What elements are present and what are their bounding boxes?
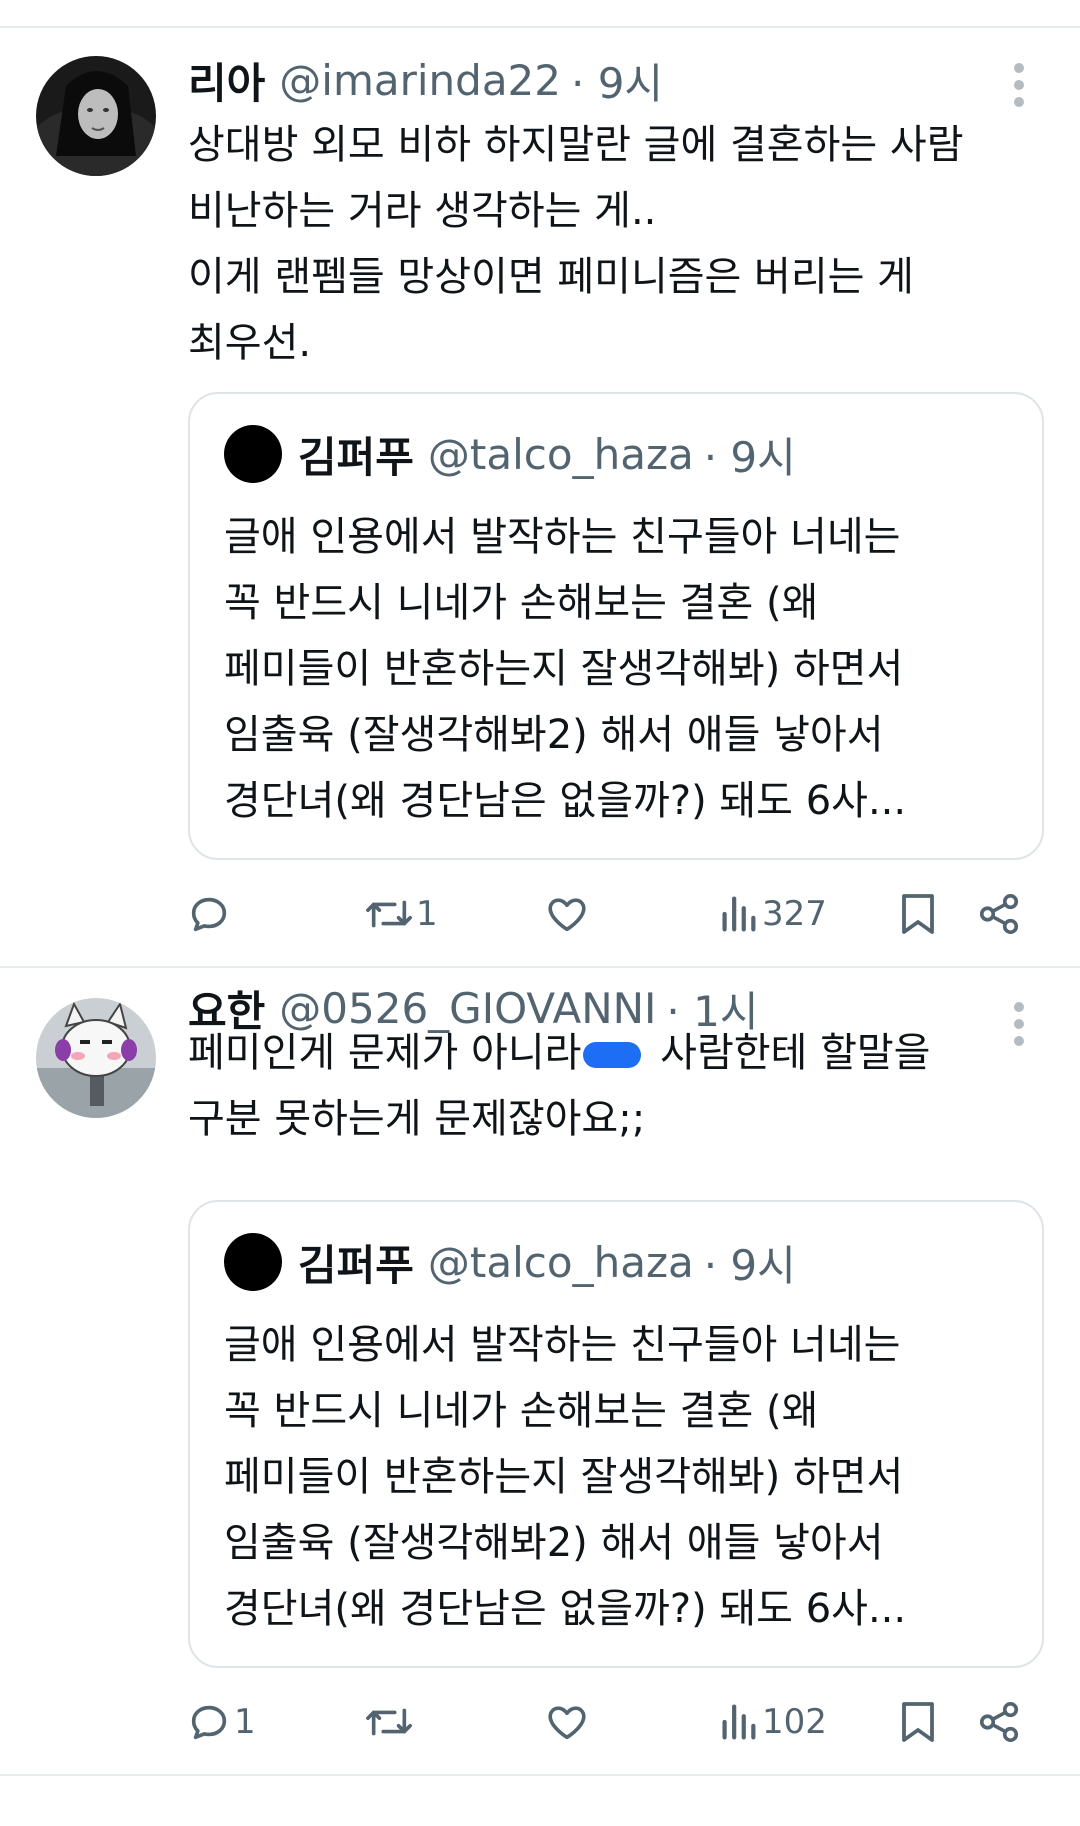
tweet-text-line: 구분 못하는게 문제잖아요;; — [188, 1096, 646, 1142]
bottom-divider — [0, 1774, 1080, 1776]
quoted-display-name: 김퍼푸 — [298, 1240, 414, 1290]
quoted-tweet-header: 김퍼푸 @talco_haza · 9시 — [224, 1230, 796, 1294]
reply-button[interactable] — [186, 884, 236, 944]
repost-button[interactable]: 1 — [364, 884, 438, 944]
quoted-tweet-text: 글애 인용에서 발작하는 친구들아 너네는 꼭 반드시 니네가 손해보는 결혼 … — [224, 1312, 1024, 1642]
views-button[interactable]: 102 — [718, 1692, 827, 1752]
timestamp[interactable]: · 9시 — [571, 50, 663, 111]
quoted-avatar — [224, 1233, 282, 1291]
tweet-text-fragment: 페미인게 문제가 아니라 — [188, 1030, 582, 1076]
quoted-text-line: 꼭 반드시 니네가 손해보는 결혼 (왜 — [224, 580, 819, 626]
share-button[interactable] — [976, 884, 1022, 944]
share-icon — [979, 1701, 1019, 1743]
share-button[interactable] — [976, 1692, 1022, 1752]
quoted-timestamp: · 9시 — [703, 432, 796, 482]
tweet-actions: 1 102 — [0, 1692, 1080, 1752]
quoted-tweet-header: 김퍼푸 @talco_haza · 9시 — [224, 422, 796, 486]
share-icon — [979, 893, 1019, 935]
quoted-avatar — [224, 425, 282, 483]
quoted-text-line: 글애 인용에서 발작하는 친구들아 너네는 — [224, 514, 901, 560]
views-icon — [722, 1704, 756, 1740]
tweet-header: 리아 @imarinda22 · 9시 — [188, 52, 663, 108]
quoted-text-line: 페미들이 반혼하는지 잘생각해봐) 하면서 — [224, 1454, 904, 1500]
avatar[interactable] — [36, 998, 156, 1118]
reply-icon — [191, 1705, 227, 1740]
tweet-1[interactable]: 리아 @imarinda22 · 9시 상대방 외모 비하 하지말란 글에 결혼… — [0, 0, 1080, 966]
views-button[interactable]: 327 — [718, 884, 827, 944]
quoted-user-handle: @talco_haza — [427, 429, 694, 479]
tweet-text-line: 비난하는 거라 생각하는 게.. — [188, 188, 657, 234]
bookmark-icon — [902, 1702, 934, 1742]
quoted-user-handle: @talco_haza — [427, 1237, 694, 1287]
repost-icon — [366, 1708, 412, 1736]
quoted-text-line: 페미들이 반혼하는지 잘생각해봐) 하면서 — [224, 646, 904, 692]
quoted-text-line: 글애 인용에서 발작하는 친구들아 너네는 — [224, 1322, 901, 1368]
quoted-timestamp: · 9시 — [703, 1240, 796, 1290]
quoted-display-name: 김퍼푸 — [298, 432, 414, 482]
tweet-2[interactable]: 요한 @0526_GIOVANNI · 1시 페미인게 문제가 아니라 사람한테… — [0, 968, 1080, 1776]
bookmark-button[interactable] — [896, 884, 940, 944]
redaction-mark — [583, 1042, 642, 1068]
tweet-text-line: 최우선. — [188, 320, 312, 366]
repost-icon — [366, 900, 412, 928]
quoted-tweet[interactable]: 김퍼푸 @talco_haza · 9시 글애 인용에서 발작하는 친구들아 너… — [188, 1200, 1044, 1668]
tweet-text: 상대방 외모 비하 하지말란 글에 결혼하는 사람 비난하는 거라 생각하는 게… — [188, 112, 1058, 376]
reply-button[interactable]: 1 — [186, 1692, 256, 1752]
views-count: 327 — [762, 894, 827, 934]
repost-button[interactable] — [364, 1692, 416, 1752]
tweet-text-line: 상대방 외모 비하 하지말란 글에 결혼하는 사람 — [188, 122, 964, 168]
views-count: 102 — [762, 1702, 827, 1742]
tweet-text-line: 이게 랜펨들 망상이면 페미니즘은 버리는 게 — [188, 254, 914, 300]
bookmark-icon — [902, 894, 934, 934]
more-options-icon[interactable] — [1008, 55, 1032, 115]
tweet-text-line: 페미인게 문제가 아니라 사람한테 할말을 — [188, 1020, 1058, 1086]
quoted-tweet-text: 글애 인용에서 발작하는 친구들아 너네는 꼭 반드시 니네가 손해보는 결혼 … — [224, 504, 1024, 834]
views-icon — [722, 896, 756, 932]
quoted-text-line: 임출육 (잘생각해봐2) 해서 애들 낳아서 — [224, 712, 884, 758]
tweet-actions: 1 327 — [0, 884, 1080, 944]
quoted-text-line: 경단녀(왜 경단남은 없을까?) 돼도 6사... — [224, 1586, 907, 1632]
bookmark-button[interactable] — [896, 1692, 940, 1752]
reply-icon — [191, 897, 227, 932]
like-icon — [548, 898, 586, 932]
display-name[interactable]: 리아 — [188, 50, 265, 111]
like-icon — [548, 1706, 586, 1740]
tweet-text: 페미인게 문제가 아니라 사람한테 할말을 구분 못하는게 문제잖아요;; — [188, 1020, 1058, 1152]
quoted-tweet[interactable]: 김퍼푸 @talco_haza · 9시 글애 인용에서 발작하는 친구들아 너… — [188, 392, 1044, 860]
reply-count: 1 — [234, 1702, 256, 1742]
tweet-text-fragment: 사람한테 할말을 — [647, 1030, 931, 1076]
repost-count: 1 — [416, 894, 438, 934]
avatar[interactable] — [36, 56, 156, 176]
quoted-text-line: 꼭 반드시 니네가 손해보는 결혼 (왜 — [224, 1388, 819, 1434]
user-handle[interactable]: @imarinda22 — [279, 56, 561, 105]
like-button[interactable] — [544, 884, 590, 944]
quoted-text-line: 임출육 (잘생각해봐2) 해서 애들 낳아서 — [224, 1520, 884, 1566]
quoted-text-line: 경단녀(왜 경단남은 없을까?) 돼도 6사... — [224, 778, 907, 824]
like-button[interactable] — [544, 1692, 590, 1752]
